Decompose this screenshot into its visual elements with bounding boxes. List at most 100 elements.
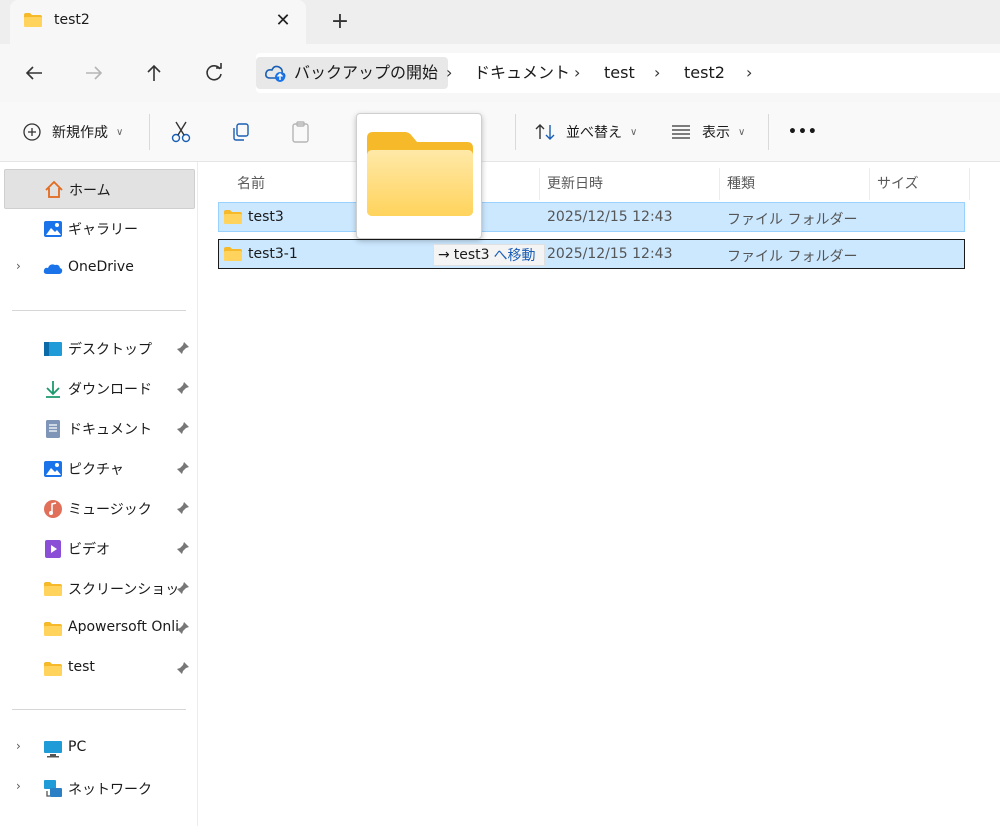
column-header-size[interactable]: サイズ xyxy=(877,168,919,200)
breadcrumb-separator[interactable]: › xyxy=(746,57,752,89)
refresh-button[interactable] xyxy=(200,60,228,86)
sidebar-item-label: OneDrive xyxy=(68,259,134,275)
navigation-bar: バックアップの開始 › ドキュメント › test › test2 › xyxy=(0,44,1000,102)
folder-icon xyxy=(44,662,62,676)
column-divider[interactable] xyxy=(539,168,540,200)
pin-icon[interactable] xyxy=(176,381,190,395)
column-divider[interactable] xyxy=(719,168,720,200)
sidebar-item-videos[interactable]: ビデオ xyxy=(4,529,195,569)
chevron-down-icon: ∨ xyxy=(116,126,124,138)
folder-icon xyxy=(224,210,242,224)
pin-icon[interactable] xyxy=(176,461,190,475)
tab-test2[interactable]: test2 ✕ xyxy=(10,0,306,44)
close-tab-icon[interactable]: ✕ xyxy=(272,10,294,32)
sidebar-item-label: test xyxy=(68,659,95,675)
sidebar-item-test[interactable]: test xyxy=(4,649,195,689)
pin-icon[interactable] xyxy=(176,501,190,515)
pc-monitor-icon xyxy=(44,741,62,758)
pin-icon[interactable] xyxy=(176,661,190,675)
refresh-icon xyxy=(206,63,222,81)
sidebar-item-label: ミュージック xyxy=(68,502,152,518)
chevron-down-icon: ∨ xyxy=(630,126,638,138)
sort-button[interactable]: 並べ替え ∨ xyxy=(534,118,637,146)
sidebar-item-label: ホーム xyxy=(69,183,111,199)
paste-button[interactable] xyxy=(290,118,312,146)
folder-icon xyxy=(44,582,62,596)
file-type: ファイル フォルダー xyxy=(727,212,858,228)
folder-icon xyxy=(224,247,242,261)
copy-icon xyxy=(233,123,249,141)
copy-button[interactable] xyxy=(230,118,252,146)
video-icon xyxy=(45,540,61,558)
breadcrumb-test[interactable]: test xyxy=(604,57,635,89)
sidebar-item-apowersoft[interactable]: Apowersoft Onli xyxy=(4,609,195,649)
sidebar-item-label: ビデオ xyxy=(68,542,110,558)
new-button[interactable]: 新規作成 ∨ xyxy=(22,118,123,146)
sidebar-item-onedrive[interactable]: › OneDrive xyxy=(4,249,195,289)
view-button[interactable]: 表示 ∨ xyxy=(670,118,745,146)
sidebar-item-pc[interactable]: › PC xyxy=(4,729,195,769)
sidebar-divider xyxy=(12,709,186,710)
breadcrumb-separator[interactable]: › xyxy=(446,57,452,89)
drop-action-label: へ移動 xyxy=(493,248,536,264)
sidebar-item-gallery[interactable]: ギャラリー xyxy=(4,209,195,249)
pin-icon[interactable] xyxy=(176,581,190,595)
plus-circle-icon xyxy=(23,123,41,141)
breadcrumb-documents[interactable]: ドキュメント xyxy=(474,57,570,89)
sort-arrows-icon xyxy=(535,124,555,140)
pin-icon[interactable] xyxy=(176,421,190,435)
clipboard-icon xyxy=(292,121,309,143)
breadcrumb-root[interactable]: バックアップの開始 xyxy=(256,57,449,89)
sidebar-item-screenshots[interactable]: スクリーンショット xyxy=(4,569,195,609)
back-button[interactable] xyxy=(20,60,48,86)
expand-chevron-icon[interactable]: › xyxy=(16,739,21,753)
file-modified: 2025/12/15 12:43 xyxy=(547,246,673,262)
music-icon xyxy=(44,500,62,518)
column-header-type[interactable]: 種類 xyxy=(727,168,755,200)
document-icon xyxy=(46,420,60,438)
forward-arrow-icon xyxy=(86,66,103,80)
table-row[interactable]: test3 2025/12/15 12:43 ファイル フォルダー xyxy=(218,202,965,232)
forward-button[interactable] xyxy=(80,60,108,86)
view-button-label: 表示 xyxy=(702,125,730,141)
column-divider[interactable] xyxy=(869,168,870,200)
sidebar-item-pictures[interactable]: ピクチャ xyxy=(4,449,195,489)
cut-button[interactable] xyxy=(170,118,192,146)
pin-icon[interactable] xyxy=(176,541,190,555)
chevron-down-icon: ∨ xyxy=(738,126,746,138)
breadcrumb-separator[interactable]: › xyxy=(574,57,580,89)
sidebar-item-label: Apowersoft Onli xyxy=(68,619,180,635)
tab-strip: test2 ✕ + xyxy=(0,0,1000,44)
expand-chevron-icon[interactable]: › xyxy=(16,779,21,793)
column-header-name[interactable]: 名前 xyxy=(237,168,265,200)
onedrive-cloud-icon xyxy=(43,264,63,274)
sidebar-item-desktop[interactable]: デスクトップ xyxy=(4,329,195,369)
sidebar-item-music[interactable]: ミュージック xyxy=(4,489,195,529)
pin-icon[interactable] xyxy=(176,621,190,635)
more-options-button[interactable]: ••• xyxy=(788,118,818,146)
up-button[interactable] xyxy=(140,60,168,86)
view-lines-icon xyxy=(672,125,690,139)
sidebar-item-home[interactable]: ホーム xyxy=(4,169,195,209)
column-header-modified[interactable]: 更新日時 xyxy=(547,168,603,200)
download-arrow-icon xyxy=(46,381,60,398)
table-row[interactable]: test3-1 2025/12/15 12:43 ファイル フォルダー xyxy=(218,239,965,269)
address-bar[interactable]: バックアップの開始 › ドキュメント › test › test2 › xyxy=(256,53,1000,93)
cloud-backup-icon xyxy=(265,65,286,82)
sidebar-item-network[interactable]: › ネットワーク xyxy=(4,769,195,809)
file-modified: 2025/12/15 12:43 xyxy=(547,209,673,225)
new-tab-button[interactable]: + xyxy=(328,10,352,34)
folder-icon xyxy=(24,13,42,27)
drop-tooltip: → test3 へ移動 xyxy=(433,244,545,266)
file-name: test3 xyxy=(248,209,284,225)
breadcrumb-test2[interactable]: test2 xyxy=(684,57,725,89)
file-name: test3-1 xyxy=(248,246,298,262)
sidebar-item-label: ギャラリー xyxy=(68,222,138,238)
sidebar-item-documents[interactable]: ドキュメント xyxy=(4,409,195,449)
sidebar-item-downloads[interactable]: ダウンロード xyxy=(4,369,195,409)
expand-chevron-icon[interactable]: › xyxy=(16,259,21,273)
breadcrumb-separator[interactable]: › xyxy=(654,57,660,89)
sidebar-item-label: スクリーンショット xyxy=(68,582,180,598)
column-divider[interactable] xyxy=(969,168,970,200)
pin-icon[interactable] xyxy=(176,341,190,355)
